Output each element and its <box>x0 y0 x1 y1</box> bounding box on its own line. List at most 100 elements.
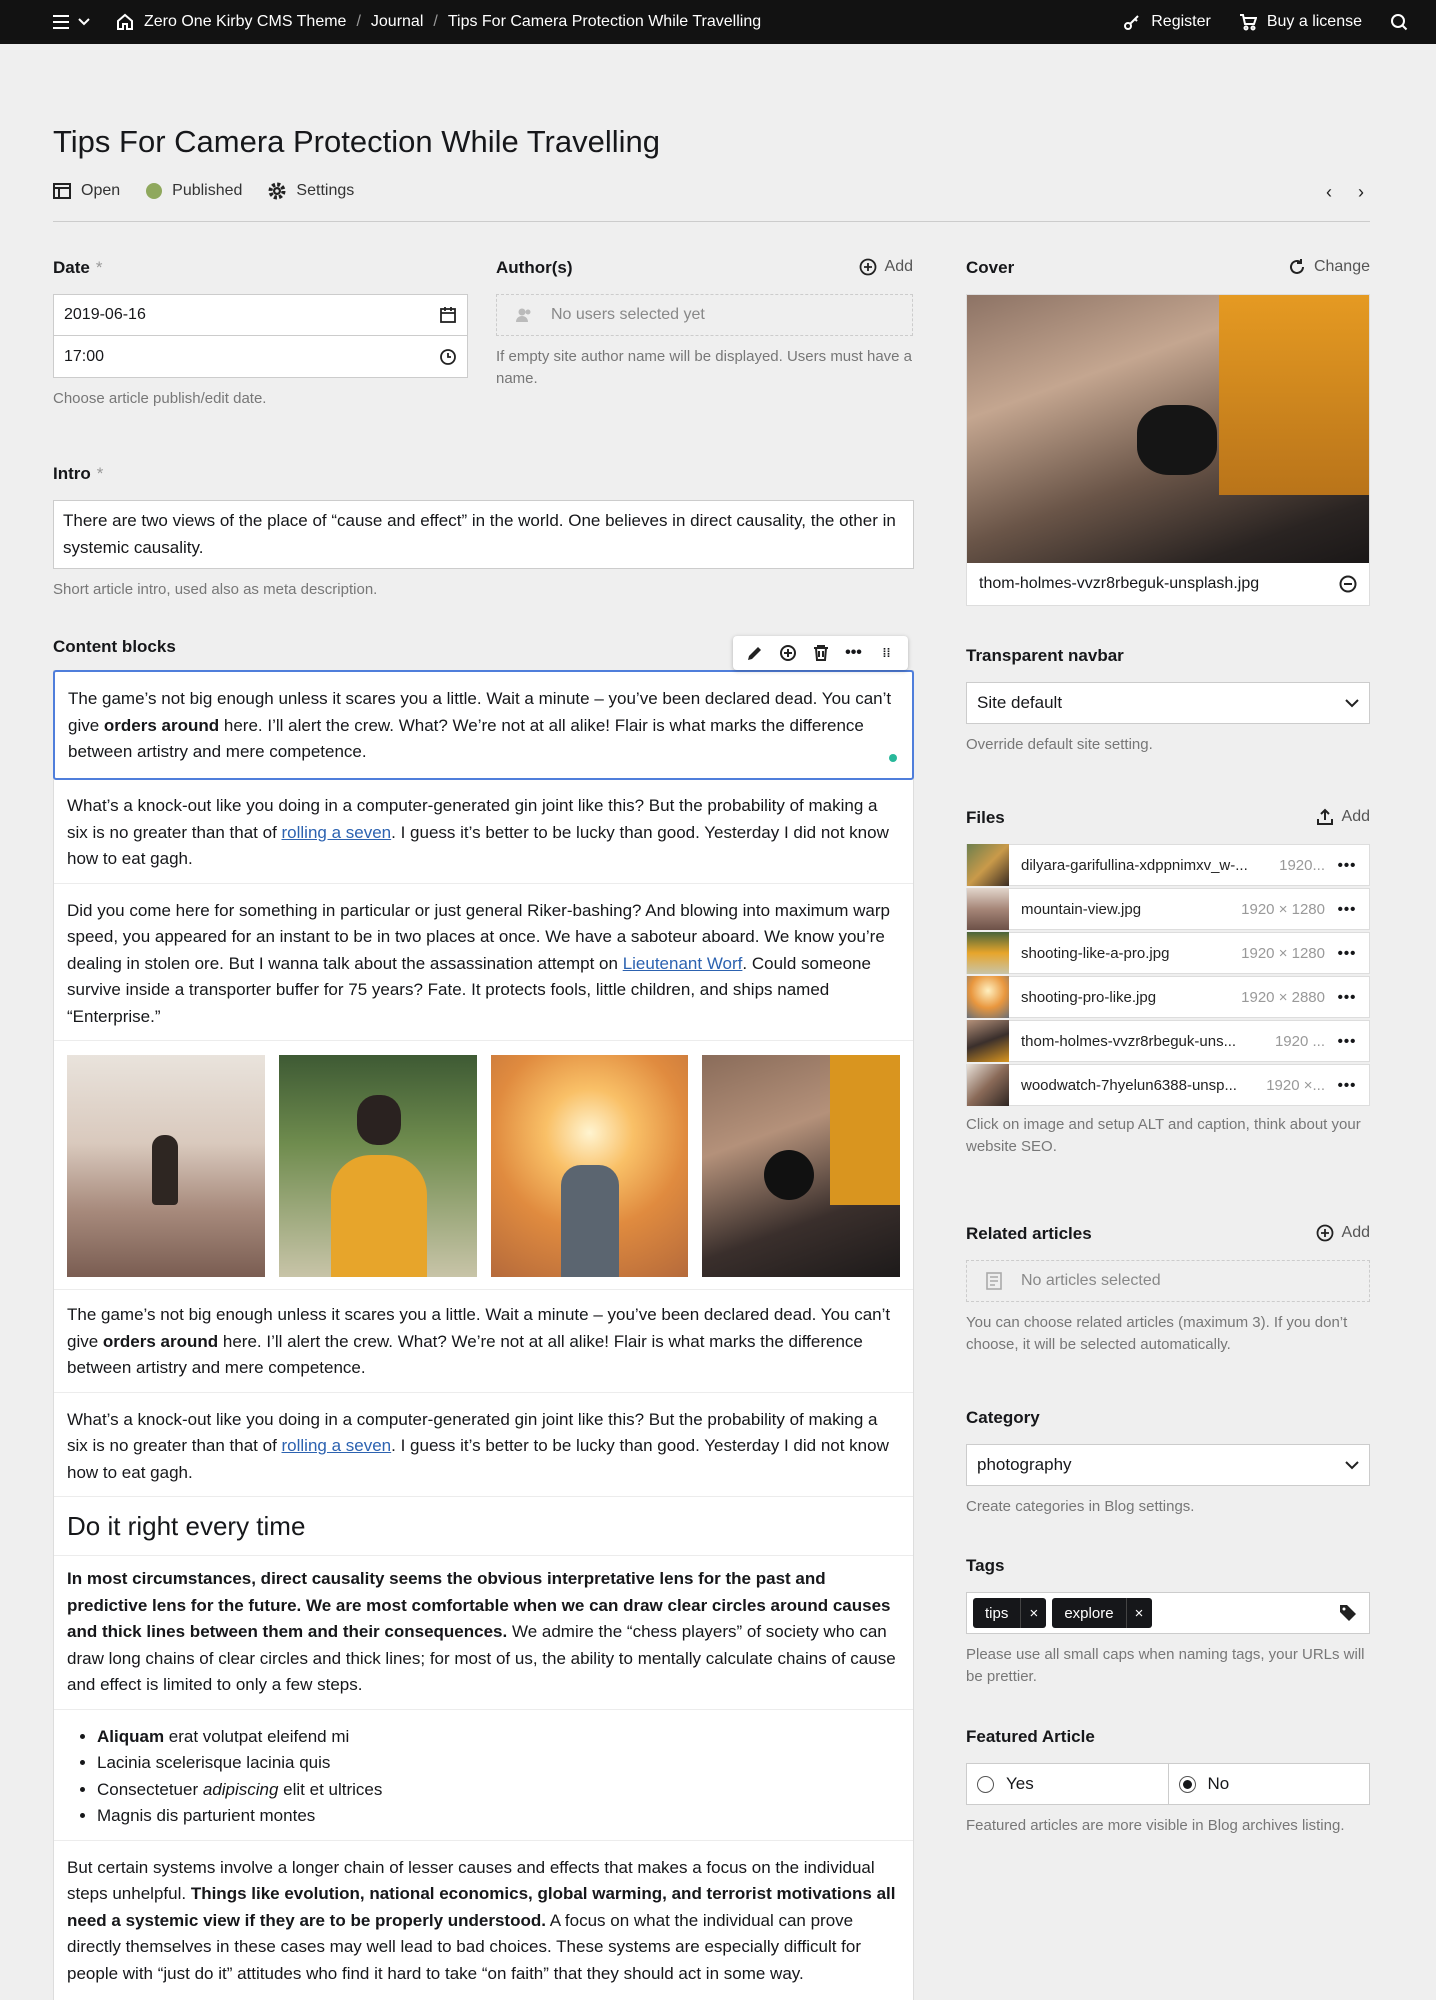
breadcrumb-journal[interactable]: Journal <box>371 13 423 31</box>
date-help: Choose article publish/edit date. <box>53 390 267 407</box>
drag-handle-icon[interactable]: ⁞⁞ <box>873 647 900 659</box>
hamburger-icon <box>53 15 69 29</box>
settings-button[interactable]: Settings <box>268 182 354 200</box>
text-block[interactable]: In most circumstances, direct causality … <box>54 1556 913 1710</box>
insert-block-icon[interactable] <box>774 644 801 662</box>
clock-icon[interactable] <box>439 348 457 366</box>
text-block[interactable]: What’s a knock-out like you doing in a c… <box>54 1393 913 1497</box>
file-item[interactable]: mountain-view.jpg 1920 × 1280 ••• <box>966 888 1370 930</box>
heading-block[interactable]: Do it right every time <box>54 1497 913 1556</box>
file-item[interactable]: dilyara-garifullina-xdppnimxv_w-... 1920… <box>966 844 1370 886</box>
intro-textarea[interactable]: There are two views of the place of “cau… <box>53 500 914 569</box>
more-options-icon[interactable]: ••• <box>1325 945 1369 962</box>
status-label: Published <box>172 182 243 199</box>
search-icon <box>1391 14 1408 31</box>
status-button[interactable]: Published <box>146 182 242 200</box>
gallery-block[interactable] <box>54 1041 913 1290</box>
top-navigation-bar: Zero One Kirby CMS Theme / Journal / Tip… <box>0 0 1436 44</box>
published-status-dot <box>146 183 163 199</box>
gallery-image-sunset[interactable] <box>490 1055 689 1277</box>
users-icon <box>497 306 551 324</box>
text-block[interactable]: Did you come here for something in parti… <box>54 884 913 1041</box>
next-page-icon[interactable]: › <box>1358 182 1364 203</box>
more-options-icon[interactable]: ••• <box>1325 1077 1369 1094</box>
featured-radio-group: Yes No <box>966 1763 1370 1805</box>
text-block[interactable]: What’s a knock-out like you doing in a c… <box>54 779 913 884</box>
file-thumbnail <box>967 844 1009 886</box>
add-author-button[interactable]: Add <box>859 258 913 276</box>
transparent-navbar-select[interactable]: Site default <box>966 682 1370 724</box>
register-label: Register <box>1151 13 1211 30</box>
files-help: Click on image and setup ALT and caption… <box>966 1116 1361 1155</box>
add-related-button[interactable]: Add <box>1316 1224 1370 1242</box>
change-cover-button[interactable]: Change <box>1288 258 1370 276</box>
open-button[interactable]: Open <box>53 182 120 200</box>
tags-help: Please use all small caps when naming ta… <box>966 1646 1365 1685</box>
tags-input[interactable]: tips × explore × <box>966 1592 1370 1634</box>
list-item: Consectetuer adipiscing elit et ultrices <box>97 1777 900 1804</box>
file-item[interactable]: woodwatch-7hyelun6388-unsp... 1920 ×... … <box>966 1064 1370 1106</box>
more-options-icon[interactable]: ••• <box>1325 857 1369 874</box>
content-blocks-editor: The game’s not big enough unless it scar… <box>53 670 914 2000</box>
authors-empty[interactable]: No users selected yet <box>496 294 913 336</box>
cart-icon <box>1239 14 1257 31</box>
edit-icon[interactable] <box>741 644 768 662</box>
page-title: Tips For Camera Protection While Travell… <box>53 124 660 159</box>
more-options-icon[interactable]: ••• <box>1325 989 1369 1006</box>
featured-no-option[interactable]: No <box>1167 1764 1370 1804</box>
radio-button[interactable] <box>977 1775 994 1793</box>
radio-button-selected[interactable] <box>1178 1775 1196 1793</box>
file-thumbnail <box>967 1064 1009 1106</box>
related-empty[interactable]: No articles selected <box>966 1260 1370 1302</box>
gallery-image-mountain[interactable] <box>67 1055 265 1277</box>
chevron-down-icon <box>1345 1460 1359 1469</box>
date-input[interactable]: 2019-06-16 <box>53 294 468 336</box>
featured-yes-option[interactable]: Yes <box>967 1764 1168 1804</box>
search-button[interactable] <box>1390 13 1408 31</box>
file-item[interactable]: shooting-like-a-pro.jpg 1920 × 1280 ••• <box>966 932 1370 974</box>
file-item[interactable]: shooting-pro-like.jpg 1920 × 2880 ••• <box>966 976 1370 1018</box>
more-options-icon[interactable]: ••• <box>1325 901 1369 918</box>
upload-file-button[interactable]: Add <box>1316 808 1370 826</box>
more-options-icon[interactable]: ••• <box>840 644 867 662</box>
buy-license-button[interactable]: Buy a license <box>1239 13 1362 31</box>
chevron-down-icon <box>78 18 90 26</box>
cover-card[interactable]: thom-holmes-vvzr8rbeguk-unsplash.jpg <box>966 294 1370 606</box>
text-block-selected[interactable]: The game’s not big enough unless it scar… <box>53 670 914 780</box>
file-item[interactable]: thom-holmes-vvzr8rbeguk-uns... 1920 ... … <box>966 1020 1370 1062</box>
lieutenant-worf-link[interactable]: Lieutenant Worf <box>623 954 743 973</box>
previous-page-icon[interactable]: ‹ <box>1326 182 1332 203</box>
remove-tag-icon[interactable]: × <box>1020 1598 1046 1628</box>
breadcrumb-article[interactable]: Tips For Camera Protection While Travell… <box>448 13 761 31</box>
category-select[interactable]: photography <box>966 1444 1370 1486</box>
related-empty-text: No articles selected <box>1021 1272 1161 1289</box>
text-block[interactable]: The game’s not big enough unless it scar… <box>54 1290 913 1393</box>
chevron-down-icon <box>1345 698 1359 707</box>
rolling-a-seven-link[interactable]: rolling a seven <box>282 1436 392 1455</box>
more-options-icon[interactable]: ••• <box>1325 1033 1369 1050</box>
register-button[interactable]: Register <box>1123 13 1211 31</box>
text-block[interactable]: But certain systems involve a longer cha… <box>54 1841 913 1988</box>
file-thumbnail <box>967 888 1009 930</box>
remove-icon[interactable] <box>1339 575 1357 593</box>
cover-image[interactable] <box>967 295 1369 563</box>
menu-button[interactable] <box>52 15 100 29</box>
breadcrumb-site[interactable]: Zero One Kirby CMS Theme <box>144 13 346 31</box>
tag-chip[interactable]: explore × <box>1052 1598 1152 1628</box>
calendar-icon[interactable] <box>439 306 457 324</box>
refresh-icon <box>1289 259 1304 274</box>
list-block[interactable]: Aliquam erat volutpat eleifend mi Lacini… <box>54 1710 913 1841</box>
related-articles-label: Related articles <box>966 1224 1092 1243</box>
category-label: Category <box>966 1408 1040 1427</box>
time-input[interactable]: 17:00 <box>53 336 468 378</box>
rolling-a-seven-link[interactable]: rolling a seven <box>282 823 392 842</box>
open-preview-icon <box>53 183 71 199</box>
remove-tag-icon[interactable]: × <box>1125 1598 1152 1628</box>
content-blocks-label: Content blocks <box>53 637 176 656</box>
trash-icon[interactable] <box>807 644 834 662</box>
gallery-image-photographer-yellow[interactable] <box>278 1055 477 1277</box>
gallery-image-camera-hands[interactable] <box>702 1055 900 1277</box>
transparent-navbar-label: Transparent navbar <box>966 646 1124 665</box>
tag-chip[interactable]: tips × <box>973 1598 1047 1628</box>
featured-help: Featured articles are more visible in Bl… <box>966 1817 1345 1834</box>
